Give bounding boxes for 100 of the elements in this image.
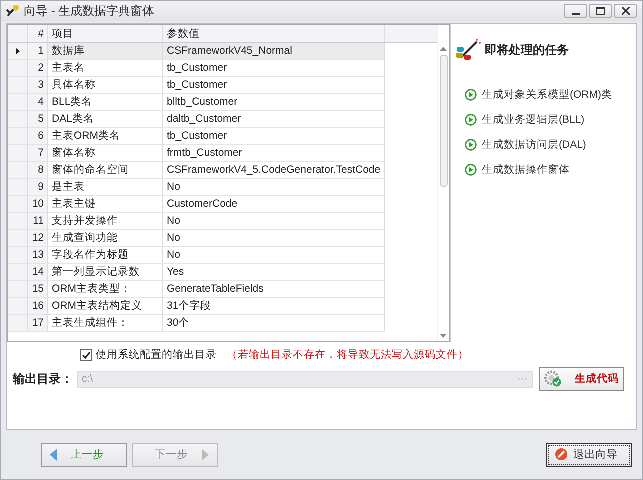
checkbox[interactable] [80,349,92,361]
grid-row[interactable]: 8 窗体的命名空间 CSFrameworkV4_5.CodeGenerator.TestCode [8,162,437,179]
table-cell: 是主表 [48,179,163,196]
scrollbar[interactable] [437,25,449,341]
grid-row[interactable]: 11 支持并发操作 No [8,213,437,230]
row-number: 6 [28,128,48,145]
row-number: 10 [28,196,48,213]
generate-code-button[interactable]: 生成代码 [539,367,624,391]
play-circle-icon [465,89,477,101]
table-cell: tb_Customer [163,128,385,145]
table-cell: CSFrameworkV45_Normal [163,43,385,60]
table-cell: 主表生成组件： [48,315,163,332]
grid-row[interactable]: 1 数据库 CSFrameworkV45_Normal [8,43,437,60]
table-cell: No [163,230,385,247]
row-indicator-icon [16,48,20,54]
grid-row[interactable]: 6 主表ORM类名 tb_Customer [8,128,437,145]
grid-row[interactable]: 4 BLL类名 blltb_Customer [8,94,437,111]
close-button[interactable] [614,4,637,18]
scroll-up-icon[interactable] [440,47,447,51]
row-number: 8 [28,162,48,179]
stop-icon [555,448,568,461]
table-cell: No [163,247,385,264]
grid-row[interactable]: 12 生成查询功能 No [8,230,437,247]
row-number: 11 [28,213,48,230]
grid-row[interactable]: 5 DAL类名 daltb_Customer [8,111,437,128]
output-dir-label: 输出目录： [13,370,73,388]
table-cell: Yes [163,264,385,281]
row-number: 3 [28,77,48,94]
row-number: 4 [28,94,48,111]
scroll-down-icon[interactable] [440,334,447,338]
maximize-button[interactable] [589,4,612,18]
play-circle-icon [465,164,477,176]
task-item: 生成数据操作窗体 [482,163,570,177]
previous-button[interactable]: 上一步 [41,442,127,466]
table-cell: 主表主键 [48,196,163,213]
row-number: 12 [28,230,48,247]
grid-row[interactable]: 16 ORM主表结构定义 31个字段 [8,298,437,315]
grid-row[interactable]: 9 是主表 No [8,179,437,196]
maximize-icon [596,7,605,15]
row-number: 2 [28,60,48,77]
grid-row[interactable]: 13 字段名作为标题 No [8,247,437,264]
table-cell: 31个字段 [163,298,385,315]
table-cell: DAL类名 [48,111,163,128]
task-item: 生成对象关系模型(ORM)类 [482,88,612,102]
checkbox-label[interactable]: 使用系统配置的输出目录 [96,348,217,362]
magic-wand-icon [455,38,481,62]
left-arrow-icon [50,448,57,460]
task-panel-title: 即将处理的任务 [485,42,569,58]
column-header[interactable]: 参数值 [163,25,385,42]
row-number: 7 [28,145,48,162]
grid-row[interactable]: 3 具体名称 tb_Customer [8,77,437,94]
table-cell: frmtb_Customer [163,145,385,162]
row-number: 14 [28,264,48,281]
column-header[interactable]: # [28,25,48,42]
table-cell: 支持并发操作 [48,213,163,230]
exit-wizard-button[interactable]: 退出向导 [546,442,632,466]
table-cell: No [163,179,385,196]
row-header[interactable] [8,43,28,60]
play-circle-icon [465,139,477,151]
row-number: 15 [28,281,48,298]
table-cell: 窗体名称 [48,145,163,162]
grid-row[interactable]: 10 主表主键 CustomerCode [8,196,437,213]
gear-check-icon [544,369,563,389]
table-cell: blltb_Customer [163,94,385,111]
wand-icon [6,4,20,18]
window-title: 向导 - 生成数据字典窗体 [24,2,155,20]
close-icon [622,7,630,15]
task-item: 生成数据访问层(DAL) [482,138,586,152]
table-cell: 主表ORM类名 [48,128,163,145]
table-cell: GenerateTableFields [163,281,385,298]
table-cell: daltb_Customer [163,111,385,128]
table-cell: No [163,213,385,230]
table-cell: ORM主表类型： [48,281,163,298]
right-arrow-icon [202,448,209,460]
column-header[interactable]: 项目 [48,25,163,42]
row-number: 16 [28,298,48,315]
minimize-button[interactable] [564,4,587,18]
table-cell: ORM主表结构定义 [48,298,163,315]
table-cell: CustomerCode [163,196,385,213]
row-number: 1 [28,43,48,60]
row-number: 5 [28,111,48,128]
play-circle-icon [465,114,477,126]
row-number: 9 [28,179,48,196]
table-cell: tb_Customer [163,77,385,94]
grid-row[interactable]: 2 主表名 tb_Customer [8,60,437,77]
grid-row[interactable]: 17 主表生成组件： 30个 [8,315,437,332]
table-cell: 数据库 [48,43,163,60]
task-item: 生成业务逻辑层(BLL) [482,113,585,127]
warning-text: （若输出目录不存在，将导致无法写入源码文件） [227,348,469,362]
grid-row[interactable]: 14 第一列显示记录数 Yes [8,264,437,281]
table-cell: 主表名 [48,60,163,77]
grid-row[interactable]: 7 窗体名称 frmtb_Customer [8,145,437,162]
grid-row[interactable]: 15 ORM主表类型： GenerateTableFields [8,281,437,298]
table-cell: 窗体的命名空间 [48,162,163,179]
row-number: 17 [28,315,48,332]
table-cell: 字段名作为标题 [48,247,163,264]
table-cell: 第一列显示记录数 [48,264,163,281]
table-cell: BLL类名 [48,94,163,111]
table-cell: 30个 [163,315,385,332]
row-number: 13 [28,247,48,264]
